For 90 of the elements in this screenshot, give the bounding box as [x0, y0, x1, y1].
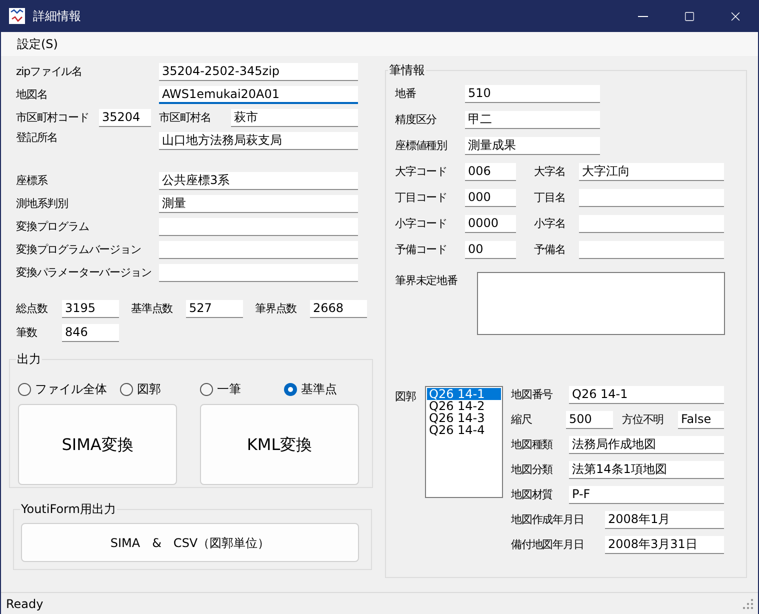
text-field[interactable]: 006: [465, 163, 516, 181]
field-label: 座標系: [16, 173, 49, 189]
list-item[interactable]: Q26 14-1: [427, 388, 501, 400]
field-label: 筆数: [16, 325, 38, 341]
field-label: 地図作成年月日: [511, 512, 585, 528]
text-field[interactable]: 3195: [62, 300, 119, 318]
radio-button[interactable]: 基準点: [284, 380, 364, 398]
text-field[interactable]: [579, 189, 724, 207]
maximize-icon: [684, 10, 694, 22]
field-label: 市区町村名: [159, 110, 212, 126]
field-label: 予備名: [534, 242, 566, 258]
list-item[interactable]: Q26 14-3: [427, 412, 501, 424]
field-label: 精度区分: [395, 112, 438, 128]
convert-button[interactable]: KML変換: [200, 404, 359, 485]
field-label: 筆界未定地番: [395, 273, 458, 289]
text-field[interactable]: False: [678, 411, 724, 429]
field-label: 登記所名: [16, 130, 59, 146]
field-label: 備付地図年月日: [511, 537, 585, 553]
field-label: 丁目コード: [395, 190, 448, 206]
resize-grip-icon: [743, 598, 753, 608]
text-area[interactable]: [477, 272, 725, 335]
text-field[interactable]: 公共座標3系: [159, 172, 358, 190]
field-label: 大字コード: [395, 164, 448, 180]
field-label: 地図分類: [511, 462, 554, 478]
text-field[interactable]: [159, 264, 358, 282]
field-label: 基準点数: [131, 301, 174, 317]
radio-button[interactable]: ファイル全体: [18, 380, 120, 398]
export-button[interactable]: SIMA & CSV（図郭単位）: [21, 523, 359, 562]
group-title: 筆情報: [388, 62, 426, 79]
field-label: 小字コード: [395, 216, 448, 232]
text-field[interactable]: P-F: [569, 486, 724, 504]
field-label: 縮尺: [511, 412, 533, 428]
text-field[interactable]: [579, 215, 724, 233]
text-field[interactable]: AWS1emukai20A01: [159, 86, 358, 104]
text-field[interactable]: 甲二: [465, 111, 600, 129]
field-label: 変換プログラムバージョン: [16, 242, 142, 258]
field-label: 方位不明: [622, 412, 665, 428]
menu-item[interactable]: 設定(S): [10, 35, 65, 53]
text-field[interactable]: 846: [62, 324, 119, 342]
status-text: Ready: [6, 596, 44, 612]
text-field[interactable]: 2008年3月31日: [605, 536, 724, 554]
field-label: 座標値種別: [395, 138, 448, 154]
text-field[interactable]: 法務局作成地図: [569, 436, 724, 454]
field-label: 測地系判別: [16, 196, 70, 212]
text-field[interactable]: Q26 14-1: [569, 386, 724, 404]
app-logo-icon: [9, 8, 25, 24]
field-label: 丁目名: [534, 190, 566, 206]
text-field[interactable]: 527: [186, 300, 243, 318]
field-label: 大字名: [534, 164, 566, 180]
text-field[interactable]: 法第14条1項地図: [569, 461, 724, 479]
field-label: 市区町村コード: [16, 110, 90, 126]
window-title: 詳細情報: [33, 8, 81, 25]
text-field[interactable]: 2668: [310, 300, 367, 318]
field-label: 地図材質: [511, 487, 554, 503]
field-label: 予備コード: [395, 242, 448, 258]
field-label: 地図番号: [511, 387, 554, 403]
list-item[interactable]: Q26 14-2: [427, 400, 501, 412]
text-field[interactable]: 萩市: [231, 109, 358, 127]
text-field[interactable]: 35204-2502-345zip: [159, 63, 358, 81]
sheet-list[interactable]: Q26 14-1 Q26 14-2 Q26 14-3 Q26 14-4: [425, 386, 503, 498]
field-label: 小字名: [534, 216, 566, 232]
text-field[interactable]: [579, 241, 724, 259]
text-field[interactable]: 0000: [465, 215, 516, 233]
text-field[interactable]: 510: [465, 85, 600, 103]
group-title: YoutiForm用出力: [20, 501, 117, 518]
text-field[interactable]: 00: [465, 241, 516, 259]
text-field[interactable]: 2008年1月: [605, 511, 724, 529]
text-field[interactable]: [159, 241, 358, 259]
radio-button[interactable]: 一筆: [200, 380, 284, 398]
text-field[interactable]: 大字江向: [579, 163, 724, 181]
text-field[interactable]: 000: [465, 189, 516, 207]
field-label: 変換パラメーターバージョン: [16, 265, 152, 281]
text-field[interactable]: 山口地方法務局萩支局: [159, 132, 358, 150]
convert-button[interactable]: SIMA変換: [18, 404, 177, 485]
text-field[interactable]: [159, 218, 358, 236]
text-field[interactable]: 測量: [159, 195, 358, 213]
radio-button[interactable]: 図郭: [120, 380, 200, 398]
field-label: 総点数: [16, 301, 48, 317]
list-item[interactable]: Q26 14-4: [427, 424, 501, 436]
field-label: zipファイル名: [16, 64, 84, 80]
text-field[interactable]: 測量成果: [465, 137, 600, 155]
field-label: 地番: [395, 86, 417, 102]
field-label: 図郭: [395, 389, 417, 405]
group-title: 出力: [16, 351, 42, 368]
field-label: 地図種類: [511, 437, 554, 453]
field-label: 筆界点数: [255, 301, 298, 317]
field-label: 地図名: [16, 87, 48, 103]
text-field[interactable]: 35204: [99, 109, 151, 127]
text-field[interactable]: 500: [566, 411, 613, 429]
field-label: 変換プログラム: [16, 219, 90, 235]
